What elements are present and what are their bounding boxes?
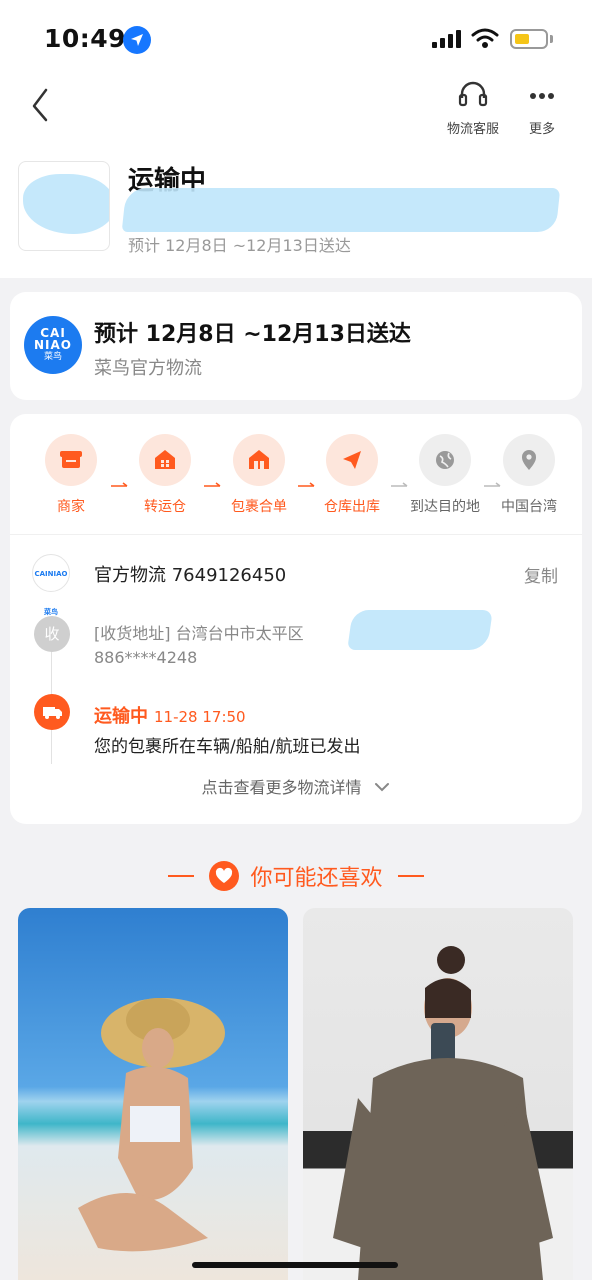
step-outbound: 仓库出库	[307, 434, 397, 516]
package-merge-icon	[233, 434, 285, 486]
carrier-name: 菜鸟官方物流	[94, 358, 202, 379]
cainiao-mini-logo: CAINIAO 菜鸟	[32, 554, 70, 616]
warehouse-icon	[139, 434, 191, 486]
copy-button[interactable]: 复制	[524, 562, 558, 587]
globe-icon	[419, 434, 471, 486]
latest-status: 运输中 11-28 17:50	[94, 702, 246, 728]
product-card-1[interactable]	[18, 908, 288, 1280]
progress-steps: 商家 转运仓 包裹合单 仓库出库 到达目的地 中国台湾	[10, 434, 582, 534]
truck-icon	[34, 694, 70, 730]
step-taiwan: 中国台湾	[484, 434, 574, 516]
location-arrow-icon	[123, 26, 151, 54]
step-destination: 到达目的地	[400, 434, 490, 516]
step-package-merge: 包裹合单	[214, 434, 304, 516]
product-photo	[78, 998, 225, 1252]
step-transit-warehouse: 转运仓	[120, 434, 210, 516]
recommendations-heading: 你可能还喜欢	[250, 866, 383, 891]
more-button[interactable]: 更多	[507, 78, 577, 137]
more-dots-icon	[530, 93, 554, 99]
decorative-line	[168, 875, 195, 877]
recipient-phone: 886****4248	[94, 648, 198, 667]
delivery-address: [收货地址] 台湾台中市太平区	[94, 624, 304, 643]
order-header: 运输中 预计 12月8日 ~12月13日送达	[0, 146, 592, 278]
send-icon	[326, 434, 378, 486]
wifi-icon	[470, 26, 500, 50]
product-thumbnail[interactable]	[18, 161, 110, 251]
address-badge: 收	[34, 616, 70, 652]
tracking-card: 商家 转运仓 包裹合单 仓库出库 到达目的地 中国台湾 CAINIAO 菜鸟 官…	[10, 414, 582, 824]
tracking-number: 官方物流 7649126450	[94, 565, 287, 586]
decorative-line	[397, 875, 424, 877]
more-tracking-details-label: 点击查看更多物流详情	[201, 778, 362, 797]
home-indicator	[192, 1262, 398, 1268]
customer-service-label: 物流客服	[446, 122, 499, 137]
cellular-signal-icon	[432, 30, 462, 48]
battery-tip	[550, 35, 553, 43]
cainiao-logo: CAI NIAO 菜鸟	[24, 316, 82, 374]
latest-status-time: 11-28 17:50	[154, 708, 246, 726]
headset-icon	[458, 81, 488, 107]
battery-icon	[510, 29, 548, 49]
eta-title: 预计 12月8日 ~12月13日送达	[94, 322, 411, 347]
divider	[10, 534, 582, 535]
step-merchant: 商家	[26, 434, 116, 516]
more-label: 更多	[528, 122, 555, 137]
carrier-row: CAINIAO 菜鸟 官方物流 7649126450 复制	[10, 554, 582, 616]
latest-status-label: 运输中	[94, 706, 148, 727]
back-button[interactable]	[24, 86, 60, 126]
nav-bar: 物流客服 更多	[0, 78, 592, 146]
chevron-down-icon	[374, 783, 389, 792]
heart-icon	[209, 861, 240, 891]
redaction-blur	[347, 610, 493, 650]
latest-status-detail: 您的包裹所在车辆/船舶/航班已发出	[94, 737, 361, 757]
status-bar: 10:49	[0, 0, 592, 78]
more-tracking-details-link[interactable]: 点击查看更多物流详情	[10, 774, 582, 798]
status-time: 10:49	[44, 24, 127, 53]
chevron-left-icon	[32, 88, 48, 122]
recommendations: 你可能还喜欢	[0, 836, 592, 1280]
header-eta: 预计 12月8日 ~12月13日送达	[128, 236, 351, 255]
location-icon	[503, 434, 555, 486]
redaction-blur	[23, 174, 109, 234]
store-icon	[45, 434, 97, 486]
redaction-blur	[121, 188, 561, 232]
product-card-2[interactable]	[303, 908, 573, 1280]
eta-card: CAI NIAO 菜鸟 预计 12月8日 ~12月13日送达 菜鸟官方物流	[10, 292, 582, 400]
customer-service-button[interactable]: 物流客服	[438, 78, 508, 137]
product-photo	[333, 946, 553, 1280]
recommendations-title: 你可能还喜欢	[0, 860, 592, 892]
